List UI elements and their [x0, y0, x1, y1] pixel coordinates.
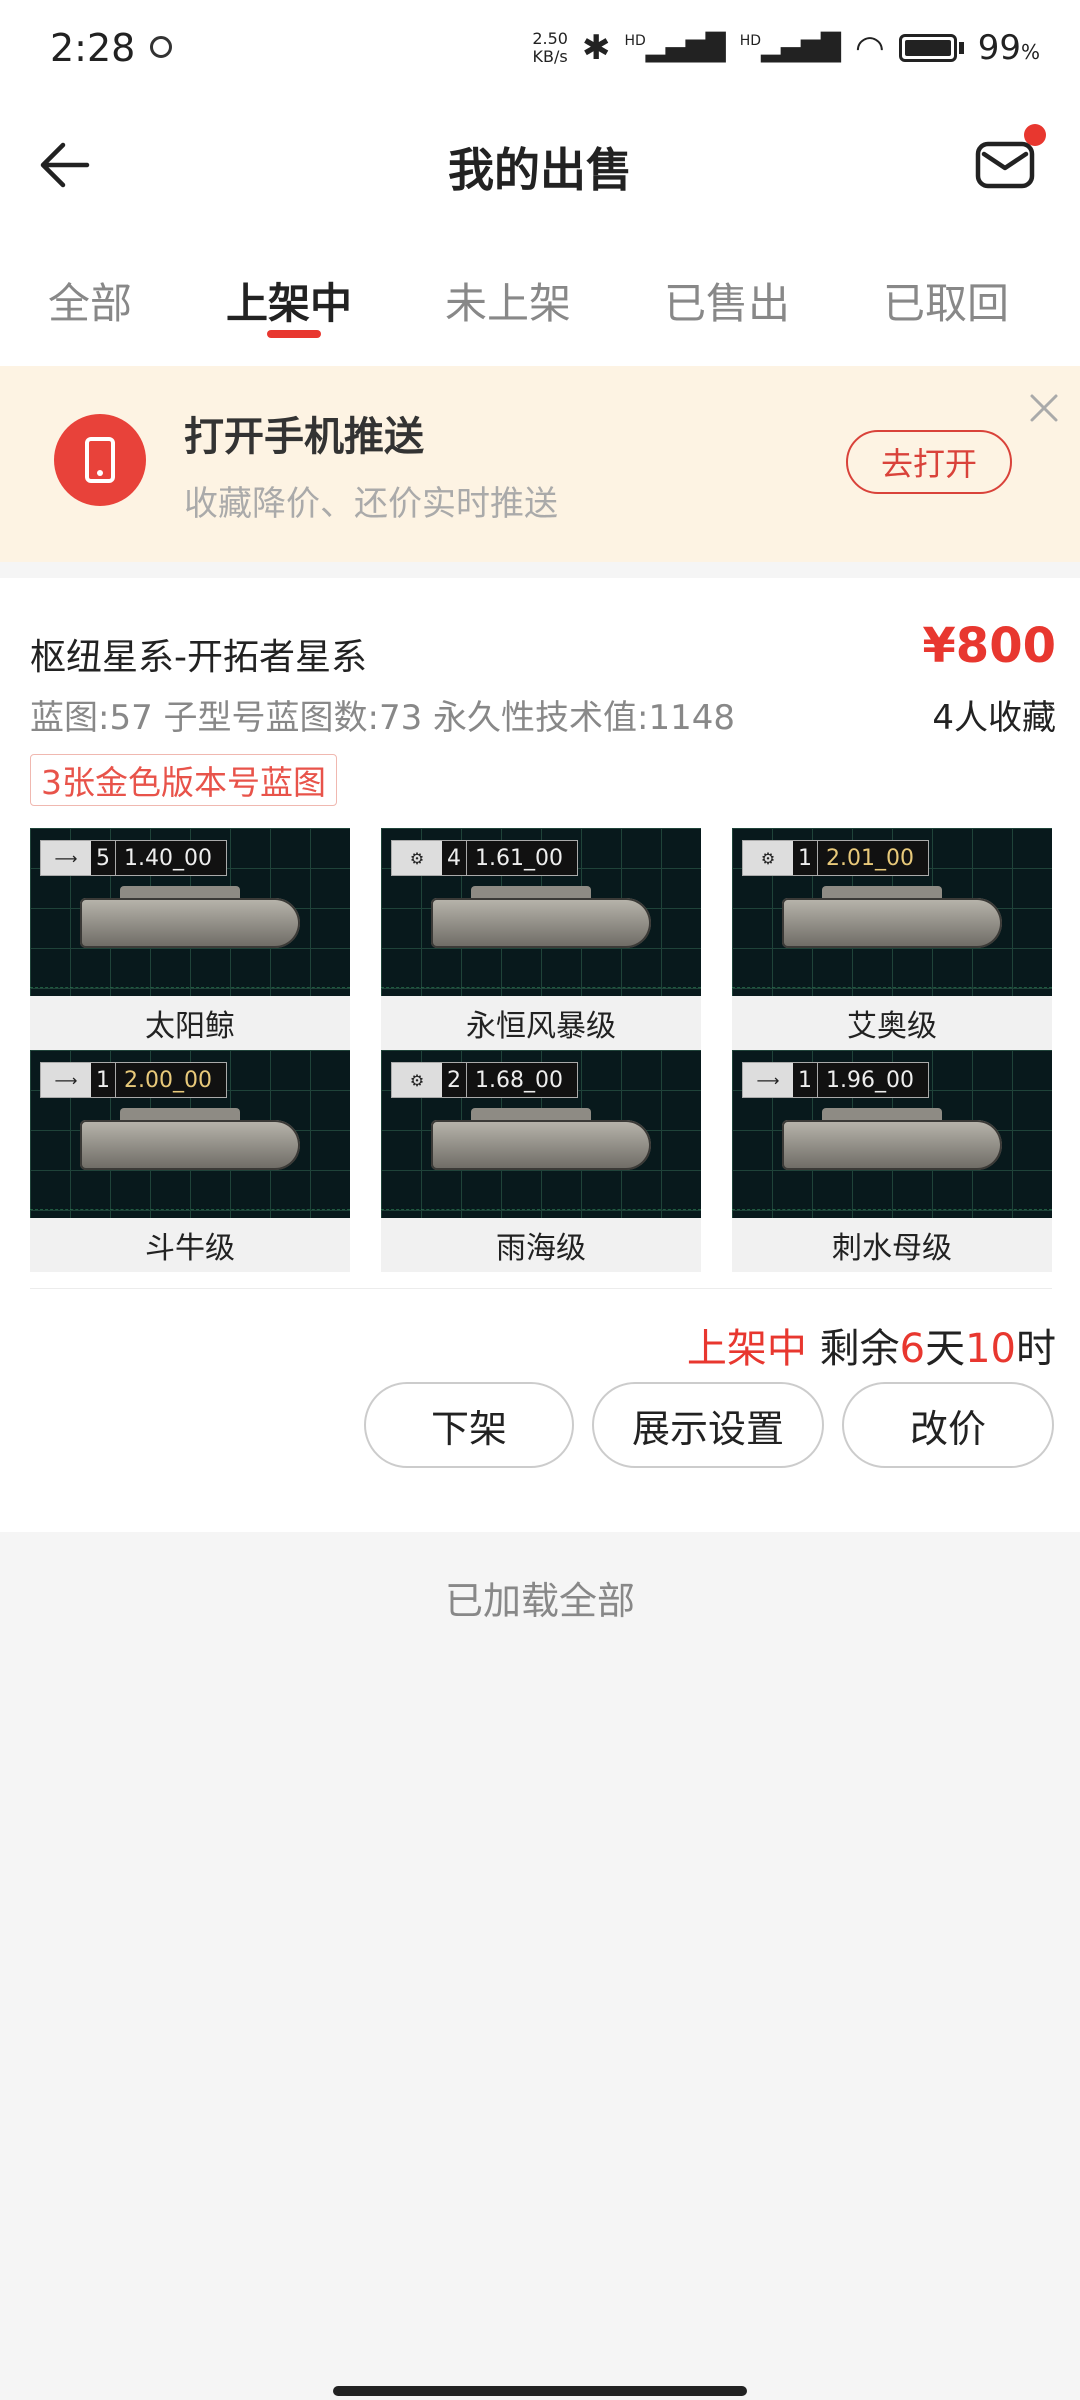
- ship-tag: ⚙ 2 1.68_00: [391, 1062, 578, 1098]
- listing-meta: 蓝图:57 子型号蓝图数:73 永久性技术值:1148: [30, 698, 736, 738]
- ship-blueprint-image: ⚙ 1 2.01_00: [732, 828, 1052, 996]
- tab-all[interactable]: 全部: [48, 270, 132, 331]
- home-indicator[interactable]: [333, 2386, 747, 2396]
- signal-icon: HD▂▄▆█: [739, 33, 842, 63]
- ship-class-icon: ⚙: [743, 841, 793, 875]
- banner-title: 打开手机推送: [184, 414, 424, 460]
- ship-class-icon: ⚙: [392, 1063, 442, 1097]
- ship-blueprint-image: ⚙ 4 1.61_00: [381, 828, 701, 996]
- display-settings-button[interactable]: 展示设置: [592, 1382, 824, 1468]
- delist-button[interactable]: 下架: [364, 1382, 574, 1468]
- messages-button[interactable]: [970, 124, 1046, 200]
- status-bar: 2:28 2.50 KB/s ✱ HD▂▄▆█ HD▂▄▆█ ◠ 99%: [0, 0, 1080, 100]
- status-indicators: 2.50 KB/s ✱ HD▂▄▆█ HD▂▄▆█ ◠ 99%: [532, 28, 1040, 68]
- ship-tag: ⟶ 1 1.96_00: [742, 1062, 929, 1098]
- ship-card[interactable]: ⟶ 1 2.00_00 斗牛级: [30, 1050, 350, 1272]
- ship-card[interactable]: ⚙ 4 1.61_00 永恒风暴级: [381, 828, 701, 1050]
- ship-tag: ⚙ 4 1.61_00: [391, 840, 578, 876]
- divider: [30, 1288, 1052, 1289]
- ship-class-icon: ⟶: [743, 1063, 793, 1097]
- tab-bar: 全部 上架中 未上架 已售出 已取回: [0, 230, 1080, 367]
- ship-blueprint-image: ⟶ 1 1.96_00: [732, 1050, 1052, 1218]
- ship-card[interactable]: ⟶ 1 1.96_00 刺水母级: [732, 1050, 1052, 1272]
- ship-name: 永恒风暴级: [381, 996, 701, 1050]
- ship-tag: ⚙ 1 2.01_00: [742, 840, 929, 876]
- ship-card[interactable]: ⚙ 2 1.68_00 雨海级: [381, 1050, 701, 1272]
- ship-name: 太阳鲸: [30, 996, 350, 1050]
- ship-name: 艾奥级: [732, 996, 1052, 1050]
- tab-unlisted[interactable]: 未上架: [445, 270, 571, 331]
- tab-withdrawn[interactable]: 已取回: [883, 270, 1009, 331]
- active-tab-indicator: [267, 330, 321, 338]
- header: 我的出售: [0, 100, 1080, 230]
- battery-icon: [898, 34, 957, 62]
- loaded-all-text: 已加载全部: [444, 1579, 635, 1623]
- ship-tag: ⟶ 1 2.00_00: [40, 1062, 227, 1098]
- favorites-count: 4人收藏: [932, 698, 1056, 738]
- wifi-icon: ◠: [855, 28, 885, 68]
- ship-blueprint-image: ⚙ 2 1.68_00: [381, 1050, 701, 1218]
- bluetooth-icon: ✱: [581, 28, 611, 68]
- ship-blueprint-image: ⟶ 5 1.40_00: [30, 828, 350, 996]
- page-title: 我的出售: [448, 143, 632, 197]
- enable-push-button[interactable]: 去打开: [846, 430, 1012, 494]
- tab-listed[interactable]: 上架中: [226, 270, 352, 331]
- phone-icon: [54, 414, 146, 506]
- ship-class-icon: ⟶: [41, 841, 91, 875]
- network-speed: 2.50 KB/s: [532, 29, 568, 66]
- alarm-icon: [150, 36, 172, 58]
- tab-sold[interactable]: 已售出: [664, 270, 790, 331]
- listing-price: ¥800: [922, 618, 1056, 674]
- ship-name: 雨海级: [381, 1218, 701, 1272]
- battery-nub: [958, 42, 964, 54]
- listing-status: 上架中 剩余6天10时: [686, 1326, 1056, 1372]
- close-icon: [1030, 394, 1058, 422]
- battery-level: 99%: [977, 28, 1040, 68]
- unread-dot: [1024, 124, 1046, 146]
- ship-blueprint-image: ⟶ 1 2.00_00: [30, 1050, 350, 1218]
- change-price-button[interactable]: 改价: [842, 1382, 1054, 1468]
- ship-name: 斗牛级: [30, 1218, 350, 1272]
- ship-name: 刺水母级: [732, 1218, 1052, 1272]
- ship-card[interactable]: ⟶ 5 1.40_00 太阳鲸: [30, 828, 350, 1050]
- signal-icon: HD▂▄▆█: [624, 33, 726, 63]
- banner-subtitle: 收藏降价、还价实时推送: [184, 484, 558, 524]
- ship-class-icon: ⚙: [392, 841, 442, 875]
- listing-card[interactable]: 枢纽星系-开拓者星系 ¥800 蓝图:57 子型号蓝图数:73 永久性技术值:1…: [0, 578, 1080, 1532]
- status-label: 上架中: [686, 1326, 807, 1372]
- ship-tag: ⟶ 5 1.40_00: [40, 840, 227, 876]
- close-banner-button[interactable]: [1024, 388, 1064, 428]
- ship-card[interactable]: ⚙ 1 2.01_00 艾奥级: [732, 828, 1052, 1050]
- listing-title: 枢纽星系-开拓者星系: [30, 637, 367, 678]
- gold-blueprint-badge: 3张金色版本号蓝图: [30, 754, 337, 806]
- ship-class-icon: ⟶: [41, 1063, 91, 1097]
- push-banner: 打开手机推送 收藏降价、还价实时推送 去打开: [0, 366, 1080, 562]
- status-time: 2:28: [50, 26, 136, 70]
